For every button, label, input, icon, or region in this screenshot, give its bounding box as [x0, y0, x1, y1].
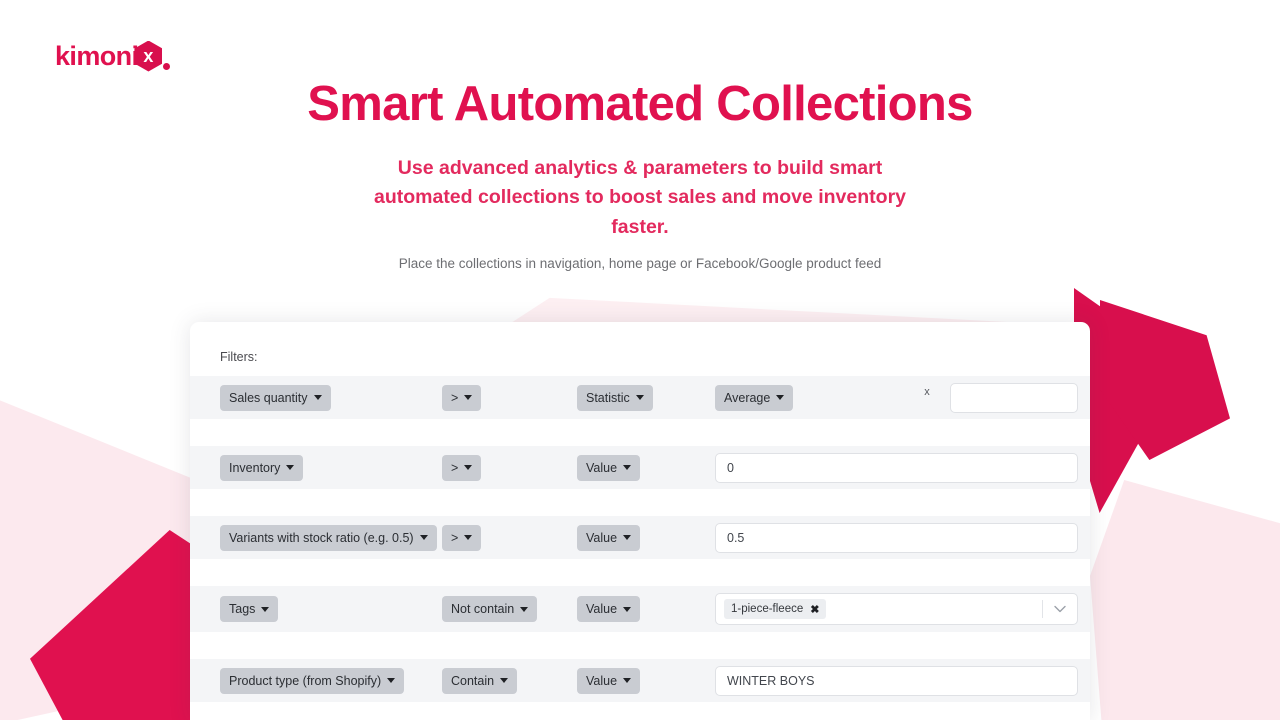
- filter-field-label: Product type (from Shopify): [229, 673, 382, 688]
- filter-operator-label: >: [451, 530, 459, 545]
- chevron-down-icon: [520, 606, 529, 612]
- filter-field-dropdown[interactable]: Variants with stock ratio (e.g. 0.5): [220, 524, 437, 551]
- chevron-down-icon: [776, 395, 785, 400]
- filter-value-input[interactable]: [715, 665, 1078, 696]
- chevron-down-icon: [464, 535, 473, 540]
- filter-row: Sales quantity > Statistic Average x: [190, 376, 1090, 419]
- filter-operator-label: Contain: [451, 673, 495, 688]
- page-root: kimoni x Smart Automated Collections Use…: [0, 0, 1280, 720]
- decorative-shape-pale-right: [1090, 480, 1280, 720]
- filter-compare-type-dropdown[interactable]: Value: [577, 454, 641, 481]
- close-icon[interactable]: ✖: [810, 603, 819, 616]
- chevron-down-icon: [464, 465, 473, 470]
- filter-operator-dropdown[interactable]: >: [442, 384, 482, 411]
- decorative-pentagon-pale-left: [0, 400, 210, 720]
- filter-field-label: Sales quantity: [229, 390, 308, 405]
- filter-field-dropdown[interactable]: Product type (from Shopify): [220, 667, 405, 694]
- page-caption: Place the collections in navigation, hom…: [398, 256, 882, 271]
- filter-field-label: Tags: [229, 602, 256, 616]
- page-title: Smart Automated Collections: [307, 77, 973, 131]
- filter-compare-type-label: Value: [586, 602, 618, 616]
- filter-field-dropdown[interactable]: Tags: [220, 596, 279, 622]
- filter-compare-type-dropdown[interactable]: Value: [577, 596, 641, 622]
- filter-value-input[interactable]: [715, 452, 1078, 483]
- tag-chip-label: 1-piece-fleece: [731, 603, 804, 615]
- chevron-down-icon: [261, 606, 270, 612]
- chevron-down-icon: [635, 395, 644, 400]
- filters-panel-title: Filters:: [220, 350, 258, 364]
- filter-compare-type-dropdown[interactable]: Value: [577, 667, 641, 694]
- chevron-down-icon: [387, 678, 396, 683]
- filter-row: Tags Not contain Value 1-piece-fleece ✖: [190, 586, 1090, 632]
- filter-operator-dropdown[interactable]: Contain: [442, 667, 518, 694]
- filter-operator-label: >: [451, 460, 459, 475]
- filter-operator-dropdown[interactable]: >: [442, 454, 482, 481]
- filter-compare-type-label: Value: [586, 673, 618, 688]
- chevron-down-icon: [623, 465, 632, 470]
- tag-chip[interactable]: 1-piece-fleece ✖: [724, 599, 827, 619]
- filter-row: Inventory > Value: [190, 446, 1090, 489]
- filter-field-dropdown[interactable]: Sales quantity: [220, 384, 331, 411]
- filter-operator-label: Not contain: [451, 602, 515, 616]
- filters-panel: Filters: Sales quantity > Statistic Aver…: [190, 322, 1090, 720]
- brand-logo: kimoni x: [55, 38, 171, 74]
- filter-field-label: Variants with stock ratio (e.g. 0.5): [229, 530, 414, 545]
- filter-field-label: Inventory: [229, 460, 281, 475]
- decorative-shape-crimson-right-far: [1100, 300, 1230, 460]
- filter-statistic-dropdown[interactable]: Average: [715, 384, 794, 411]
- page-subtitle: Use advanced analytics & parameters to b…: [373, 157, 907, 238]
- filter-row: Product type (from Shopify) Contain Valu…: [190, 659, 1090, 702]
- filter-compare-type-dropdown[interactable]: Value: [577, 524, 641, 551]
- chevron-down-icon[interactable]: [1043, 605, 1077, 613]
- filter-row: Variants with stock ratio (e.g. 0.5) > V…: [190, 516, 1090, 559]
- brand-logo-badge-letter: x: [143, 46, 154, 66]
- filter-operator-dropdown[interactable]: Not contain: [442, 596, 538, 622]
- filter-rows: Sales quantity > Statistic Average x Inv…: [190, 376, 1090, 702]
- filter-operator-label: >: [451, 390, 459, 405]
- chevron-down-icon: [464, 395, 473, 400]
- filter-compare-type-label: Value: [586, 460, 618, 475]
- filter-compare-type-label: Value: [586, 530, 618, 545]
- filter-operator-dropdown[interactable]: >: [442, 524, 482, 551]
- chevron-down-icon: [623, 678, 632, 683]
- brand-logo-wordmark: kimoni: [55, 40, 139, 71]
- chevron-down-icon: [313, 395, 322, 400]
- filter-tags-multiselect[interactable]: 1-piece-fleece ✖: [715, 593, 1078, 625]
- chevron-down-icon: [623, 535, 632, 540]
- chevron-down-icon: [500, 678, 509, 683]
- hexagon-badge-icon: x: [134, 40, 163, 72]
- filter-value-input[interactable]: [950, 382, 1078, 413]
- chevron-down-icon: [623, 606, 632, 612]
- filter-compare-type-dropdown[interactable]: Statistic: [577, 384, 653, 411]
- chevron-down-icon: [286, 465, 295, 470]
- brand-logo-dot: [163, 63, 171, 70]
- filter-field-dropdown[interactable]: Inventory: [220, 454, 304, 481]
- filter-compare-type-label: Statistic: [586, 390, 630, 405]
- filter-statistic-label: Average: [724, 390, 771, 405]
- filter-multiplier-label: x: [924, 385, 930, 398]
- chevron-down-icon: [419, 535, 428, 540]
- filter-value-input[interactable]: [715, 522, 1078, 553]
